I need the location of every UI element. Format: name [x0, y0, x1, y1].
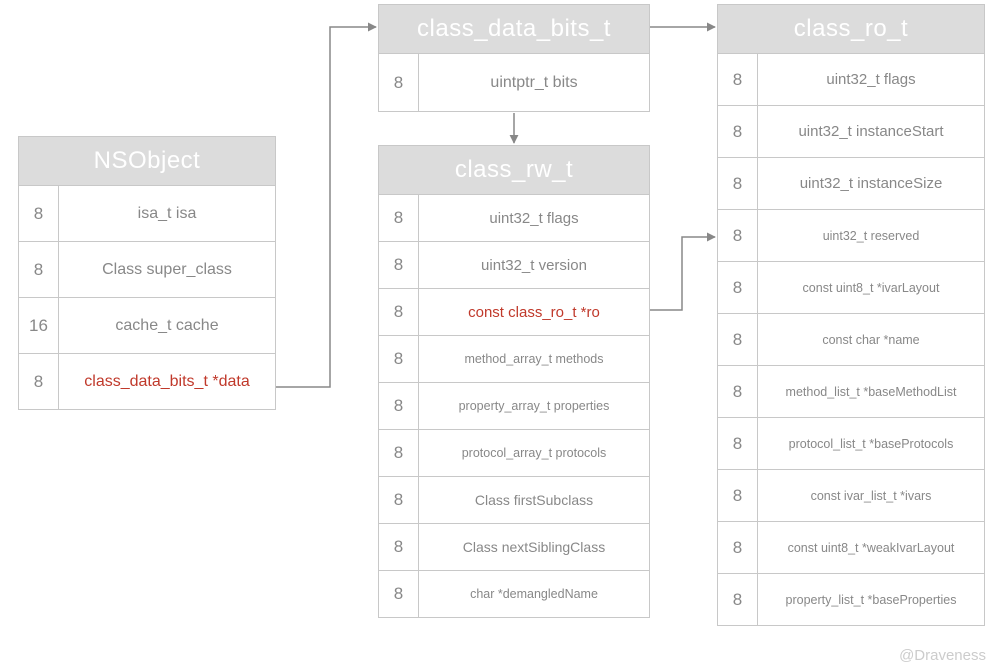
table-row: 8 property_array_t properties [379, 382, 649, 429]
table-row: 8 const ivar_list_t *ivars [718, 469, 984, 521]
field-cell: const ivar_list_t *ivars [758, 470, 984, 521]
table-row: 8 protocol_list_t *baseProtocols [718, 417, 984, 469]
table-row: 8 uint32_t instanceStart [718, 105, 984, 157]
size-cell: 8 [379, 524, 419, 570]
size-cell: 8 [379, 430, 419, 476]
class-data-bits-title: class_data_bits_t [379, 5, 649, 53]
table-row: 8 Class firstSubclass [379, 476, 649, 523]
table-row: 8 const char *name [718, 313, 984, 365]
field-cell: Class super_class [59, 242, 275, 297]
table-row: 8 uintptr_t bits [379, 53, 649, 111]
table-row: 8 property_list_t *baseProperties [718, 573, 984, 625]
field-cell: uint32_t instanceSize [758, 158, 984, 209]
table-row: 8 uint32_t flags [718, 53, 984, 105]
size-cell: 8 [379, 383, 419, 429]
nsobject-title: NSObject [19, 137, 275, 185]
size-cell: 8 [379, 477, 419, 523]
table-row: 8 char *demangledName [379, 570, 649, 617]
field-cell-data-pointer: class_data_bits_t *data [59, 354, 275, 409]
size-cell: 8 [718, 158, 758, 209]
field-cell: property_array_t properties [419, 383, 649, 429]
table-row: 8 class_data_bits_t *data [19, 353, 275, 409]
field-cell: Class nextSiblingClass [419, 524, 649, 570]
size-cell: 8 [718, 262, 758, 313]
field-cell: protocol_list_t *baseProtocols [758, 418, 984, 469]
size-cell: 8 [379, 195, 419, 241]
table-row: 8 Class nextSiblingClass [379, 523, 649, 570]
table-row: 8 Class super_class [19, 241, 275, 297]
size-cell: 8 [379, 571, 419, 617]
class-rw-struct: class_rw_t 8 uint32_t flags 8 uint32_t v… [378, 145, 650, 618]
size-cell: 8 [718, 54, 758, 105]
table-row: 8 isa_t isa [19, 185, 275, 241]
field-cell: Class firstSubclass [419, 477, 649, 523]
field-cell: const uint8_t *weakIvarLayout [758, 522, 984, 573]
size-cell: 8 [718, 522, 758, 573]
table-row: 8 uint32_t flags [379, 194, 649, 241]
field-cell: uint32_t instanceStart [758, 106, 984, 157]
size-cell: 16 [19, 298, 59, 353]
table-row: 8 const uint8_t *weakIvarLayout [718, 521, 984, 573]
table-row: 8 method_list_t *baseMethodList [718, 365, 984, 417]
field-cell: uint32_t flags [758, 54, 984, 105]
field-cell: char *demangledName [419, 571, 649, 617]
table-row: 8 uint32_t reserved [718, 209, 984, 261]
field-cell: protocol_array_t protocols [419, 430, 649, 476]
table-row: 8 protocol_array_t protocols [379, 429, 649, 476]
table-row: 8 uint32_t instanceSize [718, 157, 984, 209]
size-cell: 8 [379, 242, 419, 288]
table-row: 8 const class_ro_t *ro [379, 288, 649, 335]
field-cell: const char *name [758, 314, 984, 365]
credit-label: @Draveness [899, 647, 986, 664]
class-ro-title: class_ro_t [718, 5, 984, 53]
size-cell: 8 [379, 336, 419, 382]
field-cell: method_array_t methods [419, 336, 649, 382]
size-cell: 8 [379, 54, 419, 111]
size-cell: 8 [19, 354, 59, 409]
field-cell: const uint8_t *ivarLayout [758, 262, 984, 313]
field-cell-ro-pointer: const class_ro_t *ro [419, 289, 649, 335]
nsobject-struct: NSObject 8 isa_t isa 8 Class super_class… [18, 136, 276, 410]
size-cell: 8 [379, 289, 419, 335]
class-data-bits-struct: class_data_bits_t 8 uintptr_t bits [378, 4, 650, 112]
size-cell: 8 [718, 574, 758, 625]
table-row: 16 cache_t cache [19, 297, 275, 353]
field-cell: uint32_t version [419, 242, 649, 288]
field-cell: isa_t isa [59, 186, 275, 241]
table-row: 8 const uint8_t *ivarLayout [718, 261, 984, 313]
field-cell: uintptr_t bits [419, 54, 649, 111]
field-cell: method_list_t *baseMethodList [758, 366, 984, 417]
class-ro-struct: class_ro_t 8 uint32_t flags 8 uint32_t i… [717, 4, 985, 626]
class-rw-title: class_rw_t [379, 146, 649, 194]
size-cell: 8 [718, 106, 758, 157]
size-cell: 8 [19, 186, 59, 241]
size-cell: 8 [718, 470, 758, 521]
table-row: 8 method_array_t methods [379, 335, 649, 382]
field-cell: cache_t cache [59, 298, 275, 353]
field-cell: uint32_t reserved [758, 210, 984, 261]
field-cell: uint32_t flags [419, 195, 649, 241]
size-cell: 8 [718, 314, 758, 365]
size-cell: 8 [718, 366, 758, 417]
size-cell: 8 [718, 210, 758, 261]
field-cell: property_list_t *baseProperties [758, 574, 984, 625]
size-cell: 8 [19, 242, 59, 297]
size-cell: 8 [718, 418, 758, 469]
table-row: 8 uint32_t version [379, 241, 649, 288]
